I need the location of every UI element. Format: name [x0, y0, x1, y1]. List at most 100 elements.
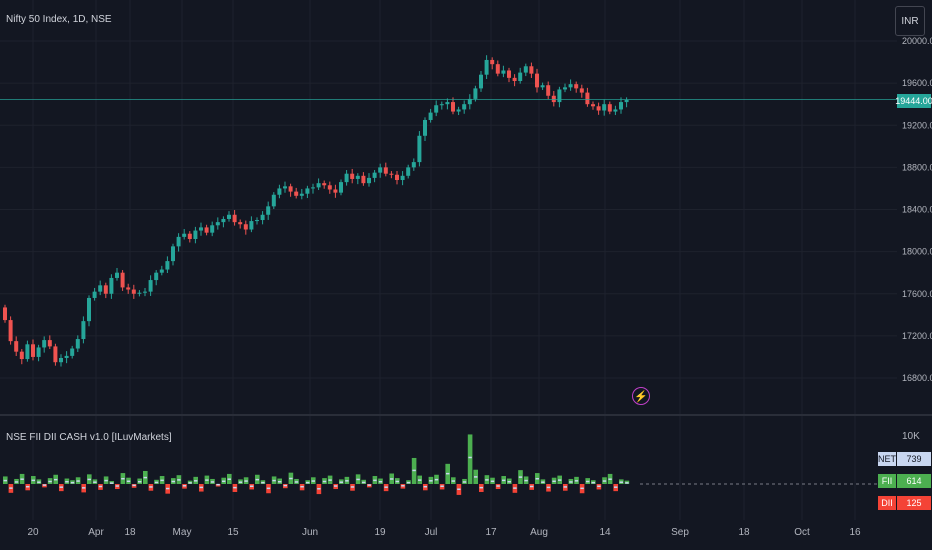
net-marker — [205, 479, 209, 481]
price-tick-label: 16800.00 — [902, 373, 932, 383]
candle-body — [406, 167, 411, 176]
net-marker — [238, 481, 243, 483]
net-marker — [177, 479, 181, 481]
price-tick-label: 18000.00 — [902, 247, 932, 257]
net-marker — [518, 476, 523, 478]
candle-body — [411, 162, 416, 168]
net-marker — [143, 476, 147, 479]
net-marker — [490, 480, 495, 483]
candle-body — [602, 104, 607, 111]
net-marker — [322, 480, 327, 483]
candle-body — [473, 88, 478, 99]
candle-body — [19, 351, 24, 360]
net-marker — [574, 480, 579, 482]
net-marker — [614, 486, 618, 488]
candle-body — [350, 173, 355, 179]
candle-body — [563, 87, 567, 90]
candle-body — [221, 218, 226, 223]
candle-body — [568, 84, 573, 88]
net-marker — [82, 487, 86, 489]
candle-body — [327, 185, 332, 190]
candle-body — [120, 272, 125, 288]
net-marker — [390, 478, 394, 480]
candle-body — [210, 225, 215, 233]
price-tick-label: 19200.00 — [902, 120, 932, 130]
candle-body — [322, 183, 327, 186]
candle-body — [3, 307, 7, 321]
time-tick-label: May — [173, 527, 192, 538]
net-value-badge: 739 — [897, 452, 931, 466]
candle-body — [42, 340, 47, 348]
candle-body — [204, 227, 209, 233]
candle-body — [456, 109, 461, 112]
net-marker — [580, 487, 584, 490]
candle-body — [299, 193, 304, 196]
net-marker — [244, 480, 248, 482]
candle-body — [479, 74, 483, 89]
net-marker — [350, 486, 355, 488]
net-marker — [418, 479, 422, 481]
candle-body — [395, 174, 399, 181]
net-marker — [485, 479, 489, 481]
indicator-title[interactable]: NSE FII DII CASH v1.0 [ILuvMarkets] — [6, 432, 172, 443]
currency-button[interactable]: INR — [895, 6, 925, 36]
candle-body — [507, 70, 511, 78]
lightning-icon[interactable]: ⚡ — [632, 387, 650, 405]
candle-body — [143, 291, 147, 293]
net-marker — [479, 486, 483, 489]
net-marker — [250, 485, 254, 488]
time-tick-label: 17 — [485, 527, 497, 538]
candle-body — [199, 227, 203, 231]
candle-body — [36, 347, 41, 357]
net-marker — [216, 483, 220, 486]
candle-body — [535, 73, 539, 88]
candle-body — [64, 355, 69, 358]
net-marker — [160, 479, 164, 482]
candle-body — [182, 233, 187, 237]
net-marker — [496, 485, 500, 487]
candle-body — [176, 236, 181, 247]
net-marker — [154, 481, 159, 484]
candle-body — [518, 72, 523, 82]
candles — [3, 55, 629, 367]
net-marker — [507, 480, 511, 483]
candle-body — [613, 109, 618, 112]
net-marker — [93, 481, 97, 483]
net-marker — [317, 488, 321, 490]
net-marker — [171, 480, 175, 483]
time-tick-label: 16 — [849, 527, 861, 538]
net-marker — [54, 478, 58, 481]
net-marker — [373, 479, 377, 482]
candle-body — [103, 285, 108, 294]
net-marker — [294, 481, 299, 483]
price-tick-label: 18800.00 — [902, 162, 932, 172]
candle-body — [451, 102, 455, 112]
net-marker — [345, 480, 349, 482]
net-marker — [166, 487, 170, 490]
net-marker — [26, 485, 30, 488]
candle-body — [344, 173, 349, 183]
candle-body — [131, 289, 136, 294]
net-marker — [434, 478, 439, 481]
candle-body — [501, 70, 506, 74]
chart-canvas[interactable]: 20000.00 19600.00 19200.00 18800.00 18400.00… — [0, 0, 932, 550]
net-marker — [524, 479, 528, 482]
net-marker — [110, 482, 114, 484]
last-price-badge: 19444.00 — [895, 94, 932, 108]
candle-body — [288, 186, 293, 192]
net-marker — [423, 485, 427, 488]
net-marker — [194, 480, 198, 482]
candle-body — [215, 222, 220, 226]
price-axis[interactable]: 20000.00 19600.00 19200.00 18800.00 18400.00… — [902, 36, 932, 383]
candle-body — [159, 269, 164, 273]
time-axis[interactable]: 20 Apr 18 May 15 Jun 19 Jul 17 Aug 14 Sep 18 Oct 16 — [27, 527, 861, 538]
time-tick-label: Aug — [530, 527, 548, 538]
net-marker — [502, 479, 506, 482]
candle-body — [540, 85, 545, 88]
candle-body — [311, 187, 315, 189]
net-marker — [535, 477, 539, 480]
net-marker — [233, 486, 237, 489]
candle-body — [333, 189, 338, 193]
candle-body — [81, 321, 86, 340]
candle-body — [400, 175, 405, 181]
